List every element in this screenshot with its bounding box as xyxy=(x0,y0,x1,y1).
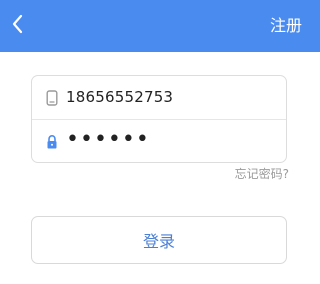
phone-field[interactable]: 18656552753 xyxy=(32,76,286,119)
phone-icon xyxy=(45,89,59,107)
password-value[interactable]: •••••• xyxy=(66,128,150,151)
phone-value[interactable]: 18656552753 xyxy=(66,90,173,105)
lock-icon xyxy=(45,133,59,151)
register-button[interactable]: 注册 xyxy=(270,14,302,38)
chevron-left-icon xyxy=(11,13,25,39)
login-button[interactable]: 登录 xyxy=(31,216,287,264)
forgot-password-link[interactable]: 忘记密码? xyxy=(235,166,289,182)
back-button[interactable] xyxy=(4,8,32,44)
app-header: 注册 xyxy=(0,0,320,52)
password-field[interactable]: •••••• xyxy=(32,120,286,163)
login-form-card: 18656552753 •••••• xyxy=(31,75,287,163)
